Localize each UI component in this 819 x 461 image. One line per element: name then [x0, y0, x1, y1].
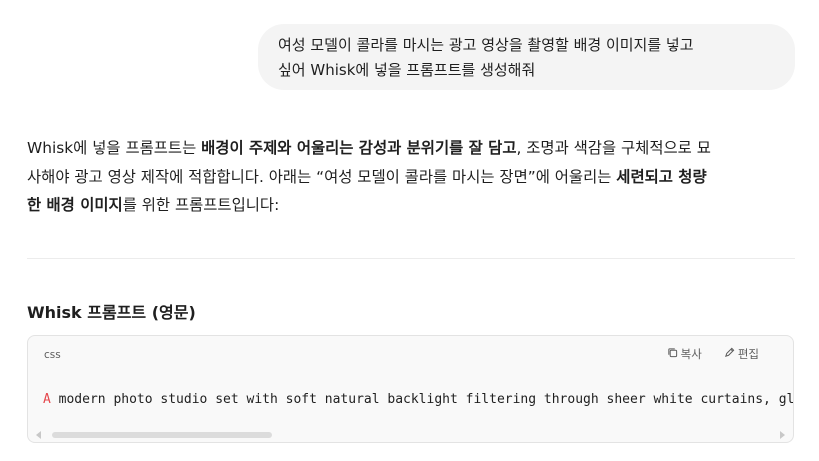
edit-icon	[724, 347, 735, 361]
chat-page: 여성 모델이 콜라를 마시는 광고 영상을 촬영할 배경 이미지를 넣고 싶어 …	[0, 0, 819, 461]
code-content: A modern photo studio set with soft natu…	[43, 391, 794, 409]
horizontal-scrollbar[interactable]	[36, 430, 785, 439]
copy-label: 복사	[680, 347, 702, 361]
code-actions: 복사 편집	[667, 346, 759, 362]
edit-button[interactable]: 편집	[724, 346, 759, 362]
section-heading: Whisk 프롬프트 (영문)	[27, 303, 196, 322]
code-token-rest: modern photo studio set with soft natura…	[50, 392, 794, 407]
answer-text: 사해야 광고 영상 제작에 적합합니다. 아래는 “여성 모델이 콜라를 마시는…	[27, 167, 617, 186]
copy-icon	[667, 347, 678, 361]
scroll-thumb[interactable]	[52, 432, 272, 438]
user-message-line-2: 싶어 Whisk에 넣을 프롬프트를 생성해줘	[278, 61, 536, 79]
answer-text: 를 위한 프롬프트입니다:	[122, 196, 280, 214]
copy-button[interactable]: 복사	[667, 346, 702, 362]
answer-line-2: 사해야 광고 영상 제작에 적합합니다. 아래는 “여성 모델이 콜라를 마시는…	[27, 163, 797, 192]
user-message-bubble: 여성 모델이 콜라를 마시는 광고 영상을 촬영할 배경 이미지를 넣고 싶어 …	[258, 24, 795, 90]
code-language-label: css	[44, 349, 61, 361]
section-divider	[27, 258, 795, 259]
answer-text: Whisk에 넣을 프롬프트는	[27, 139, 202, 157]
answer-bold-text: 한 배경 이미지	[27, 196, 123, 214]
code-token-keyword: A	[43, 392, 51, 407]
edit-label: 편집	[737, 347, 759, 361]
answer-line-3: 한 배경 이미지를 위한 프롬프트입니다:	[27, 191, 797, 220]
assistant-answer: Whisk에 넣을 프롬프트는 배경이 주제와 어울리는 감성과 분위기를 잘 …	[27, 134, 797, 220]
user-message-line-1: 여성 모델이 콜라를 마시는 광고 영상을 촬영할 배경 이미지를 넣고	[278, 36, 694, 54]
answer-bold-text: 세련되고 청량	[616, 167, 707, 186]
scroll-left-arrow-icon[interactable]	[36, 431, 41, 439]
answer-line-1: Whisk에 넣을 프롬프트는 배경이 주제와 어울리는 감성과 분위기를 잘 …	[27, 134, 797, 163]
answer-text: , 조명과 색감을 구체적으로 묘	[516, 139, 711, 157]
scroll-right-arrow-icon[interactable]	[780, 431, 785, 439]
answer-bold-text: 배경이 주제와 어울리는 감성과 분위기를 잘 담고	[201, 139, 517, 157]
code-block: css 복사 편집 A modern photo studio set with…	[27, 335, 794, 443]
